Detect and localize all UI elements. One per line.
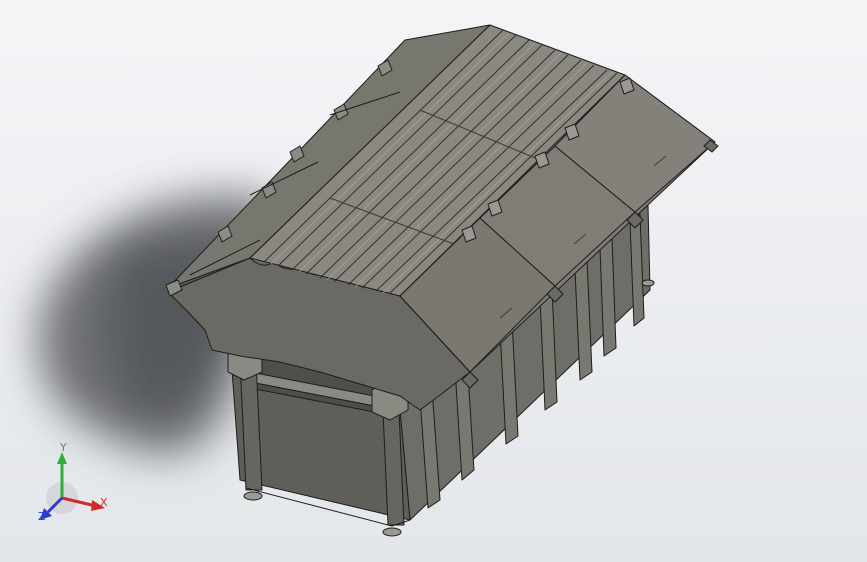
axis-triad[interactable]: Y X Z <box>30 440 120 530</box>
foot-front-left <box>243 491 263 501</box>
3d-viewport[interactable]: Y X Z <box>0 0 867 562</box>
foot-rear <box>641 279 655 287</box>
model-view[interactable] <box>0 0 867 562</box>
foot-front-right <box>382 527 402 537</box>
y-axis-label: Y <box>59 441 67 454</box>
x-axis-label: X <box>100 496 108 509</box>
z-axis-label: Z <box>38 510 46 523</box>
